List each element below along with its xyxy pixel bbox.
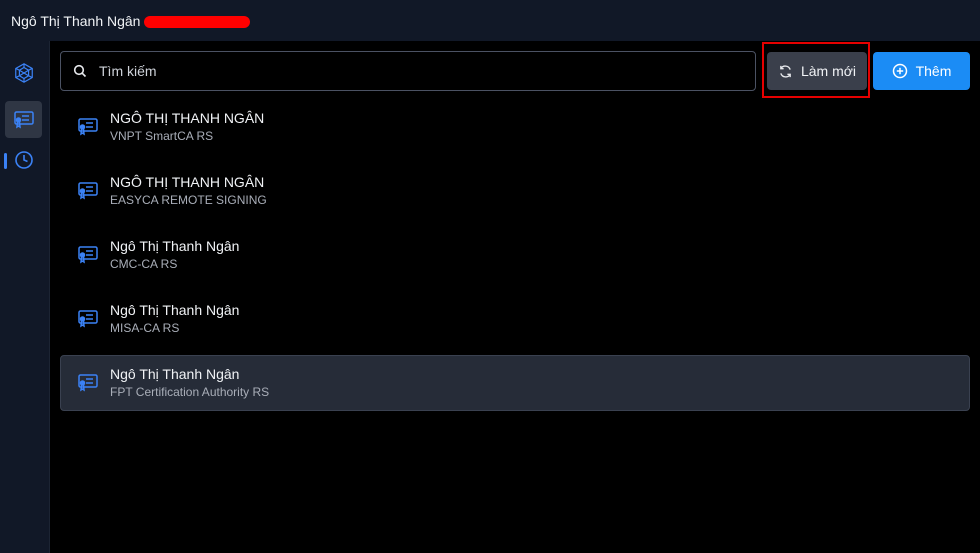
certificate-name: Ngô Thị Thanh Ngân: [110, 366, 240, 382]
plus-circle-icon: [892, 63, 907, 79]
certificate-item[interactable]: Ngô Thị Thanh Ngân MISA-CA RS: [60, 291, 970, 347]
refresh-icon: [780, 64, 791, 78]
window-title: Ngô Thị Thanh Ngân: [11, 12, 141, 29]
main-panel: Làm mới Thêm NGÔ THỊ THANH NGÂN VNPT Sma…: [50, 41, 980, 553]
app-logo-button[interactable]: [5, 54, 42, 91]
refresh-button[interactable]: Làm mới: [767, 52, 867, 90]
certificate-provider: CMC-CA RS: [110, 257, 178, 271]
refresh-label: Làm mới: [800, 63, 857, 79]
certificate-name: Ngô Thị Thanh Ngân: [110, 302, 240, 318]
certificate-icon: [78, 182, 98, 200]
add-button[interactable]: Thêm: [873, 52, 970, 90]
redaction-mark: [144, 15, 251, 28]
sidebar-item-history[interactable]: [5, 141, 42, 178]
certificate-provider: FPT Certification Authority RS: [110, 385, 270, 399]
certificate-list: NGÔ THỊ THANH NGÂN VNPT SmartCA RS NGÔ T…: [60, 99, 970, 419]
certificate-name: NGÔ THỊ THANH NGÂN: [110, 110, 265, 126]
certificate-item[interactable]: NGÔ THỊ THANH NGÂN EASYCA REMOTE SIGNING: [60, 163, 970, 219]
certificate-icon: [13, 110, 34, 129]
sidebar-item-certificates[interactable]: [5, 101, 42, 138]
certificate-name: Ngô Thị Thanh Ngân: [110, 238, 240, 254]
clock-icon: [14, 150, 33, 169]
search-box[interactable]: [60, 51, 756, 91]
add-label: Thêm: [915, 63, 952, 79]
certificate-provider: VNPT SmartCA RS: [110, 129, 214, 143]
certificate-provider: MISA-CA RS: [110, 321, 180, 335]
search-input[interactable]: [97, 62, 701, 80]
certificate-item[interactable]: Ngô Thị Thanh Ngân CMC-CA RS: [60, 227, 970, 283]
search-icon: [73, 64, 87, 78]
certificate-icon: [78, 246, 98, 264]
certificate-icon: [78, 310, 98, 328]
certificate-icon: [78, 118, 98, 136]
certificate-item-selected[interactable]: Ngô Thị Thanh Ngân FPT Certification Aut…: [60, 355, 970, 411]
certificate-provider: EASYCA REMOTE SIGNING: [110, 193, 267, 207]
network-logo-icon: [14, 62, 33, 83]
certificate-item[interactable]: NGÔ THỊ THANH NGÂN VNPT SmartCA RS: [60, 99, 970, 155]
certificate-icon: [78, 374, 98, 392]
title-bar: Ngô Thị Thanh Ngân: [0, 0, 980, 41]
sidebar: [0, 41, 50, 553]
certificate-name: NGÔ THỊ THANH NGÂN: [110, 174, 265, 190]
